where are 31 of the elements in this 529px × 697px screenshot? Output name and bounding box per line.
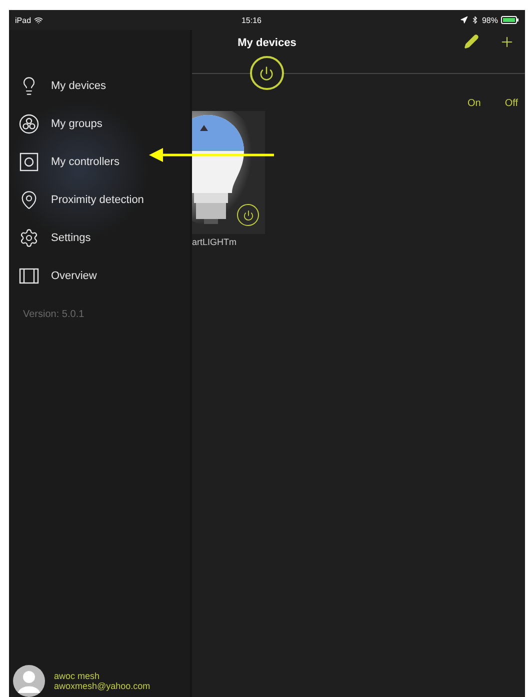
- power-all-button[interactable]: [250, 56, 284, 90]
- groups-icon: [19, 114, 39, 134]
- menu-item[interactable]: Overview: [9, 257, 190, 295]
- location-arrow-icon: [460, 16, 468, 24]
- menu-item[interactable]: My controllers: [9, 143, 190, 181]
- user-name: awoc mesh: [54, 671, 101, 681]
- off-filter[interactable]: Off: [504, 95, 518, 111]
- frame-icon: [19, 266, 39, 286]
- bluetooth-icon: [470, 16, 479, 24]
- avatar: [12, 664, 46, 697]
- battery-percent: 98%: [482, 16, 498, 24]
- location-pin-icon: [19, 190, 39, 210]
- battery-icon: [501, 16, 519, 24]
- user-email: awoxmesh@yahoo.com: [54, 681, 150, 691]
- edit-button[interactable]: [464, 34, 479, 50]
- clock-time: 15:16: [241, 16, 262, 24]
- on-filter[interactable]: On: [468, 95, 481, 111]
- power-icon: [242, 210, 254, 220]
- controller-icon: [19, 152, 39, 172]
- add-button[interactable]: [499, 34, 515, 50]
- menu-item[interactable]: Settings: [9, 219, 190, 257]
- menu-item[interactable]: Proximity detection: [9, 181, 190, 219]
- device-name: iPad: [15, 16, 32, 24]
- version-text: Version: 5.0.1: [22, 308, 86, 320]
- device-name: artLIGHTm: [192, 237, 238, 247]
- wifi-icon: [34, 16, 44, 24]
- menu-item[interactable]: My devices: [9, 67, 190, 105]
- menu-item[interactable]: My groups: [9, 105, 190, 143]
- power-icon: [259, 66, 274, 80]
- settings-icon: [19, 228, 39, 248]
- page-title: My devices: [238, 36, 296, 48]
